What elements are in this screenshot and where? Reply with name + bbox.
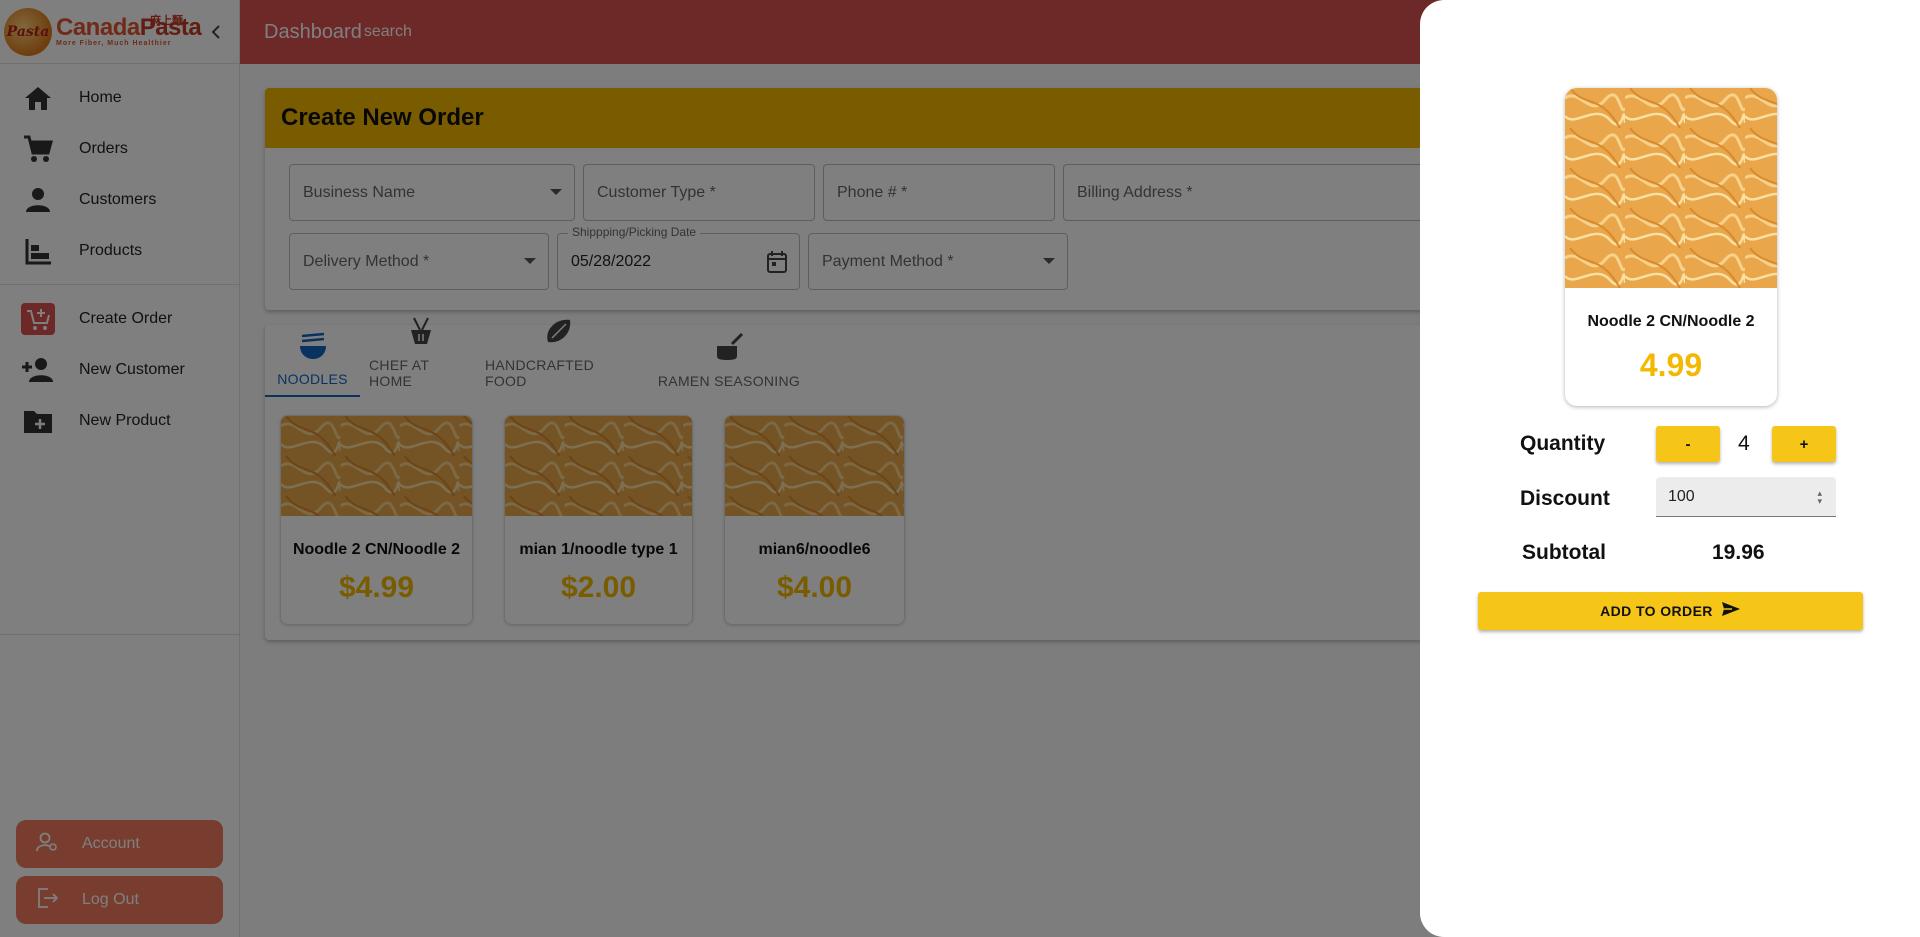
discount-value: 100 [1668,487,1695,505]
add-to-order-button[interactable]: ADD TO ORDER [1478,592,1863,630]
discount-label: Discount [1520,487,1610,510]
send-icon [1721,601,1741,622]
spinner-icon[interactable]: ▴ ▾ [1817,489,1822,506]
quantity-value: 4 [1738,432,1750,455]
selected-product-card: Noodle 2 CN/Noodle 2 4.99 [1565,88,1777,406]
increment-button[interactable]: + [1772,426,1836,462]
subtotal-value: 19.96 [1712,541,1765,564]
quantity-label: Quantity [1520,432,1606,455]
selected-product-image [1565,88,1777,288]
subtotal-label: Subtotal [1522,541,1606,564]
selected-product-name: Noodle 2 CN/Noodle 2 [1587,313,1755,330]
selected-product-price: 4.99 [1639,347,1703,383]
add-to-order-label: ADD TO ORDER [1600,603,1713,619]
decrement-button[interactable]: - [1656,426,1720,462]
discount-input[interactable]: 100 ▴ ▾ [1656,477,1836,517]
product-drawer: Noodle 2 CN/Noodle 2 4.99 Quantity - 4 +… [1420,0,1920,937]
